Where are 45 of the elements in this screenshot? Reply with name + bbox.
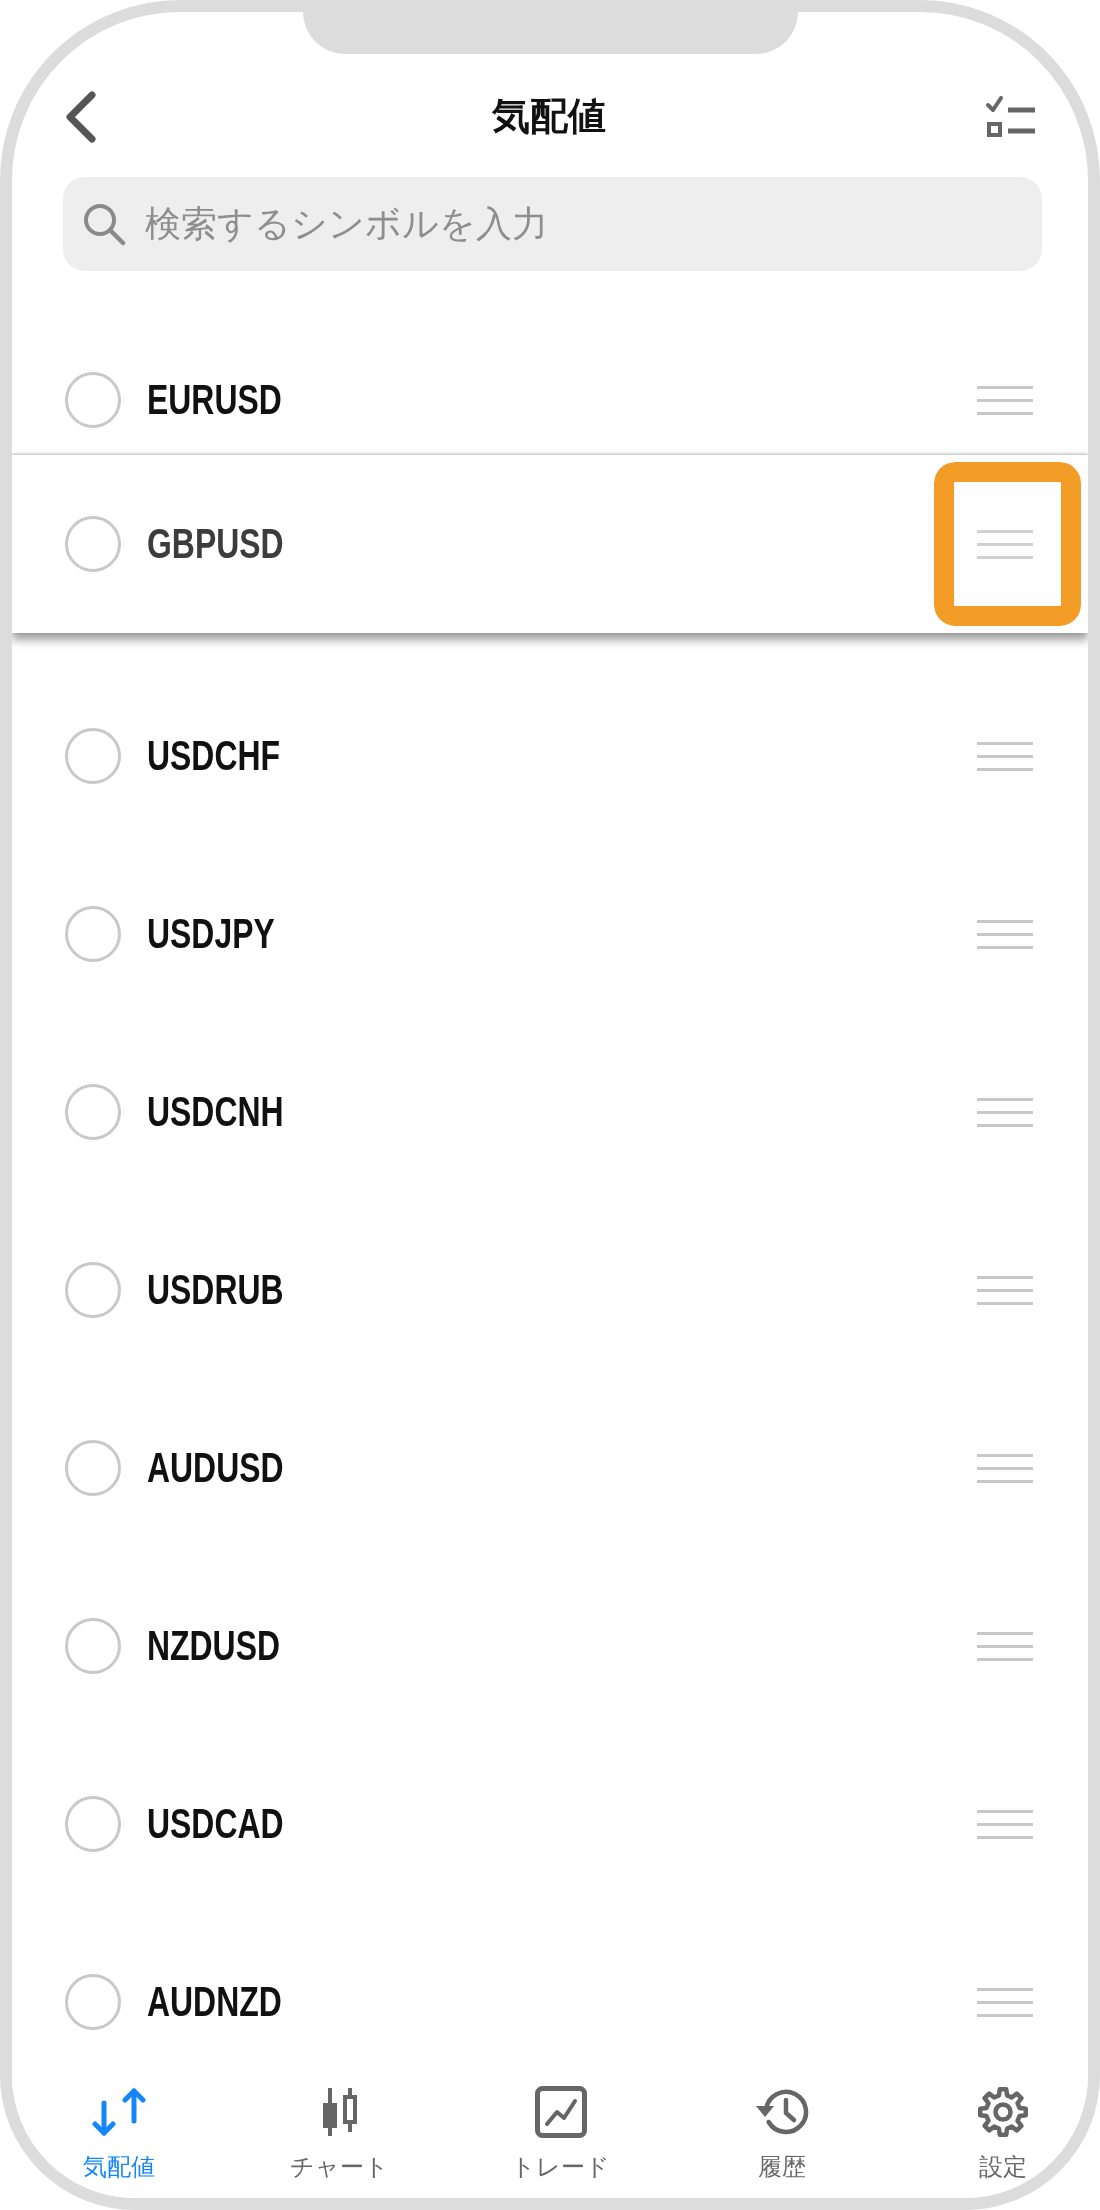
tab[interactable]: 履歴 [752, 2086, 811, 2181]
selection-circle[interactable] [65, 1440, 121, 1496]
symbol-name[interactable]: AUDUSD [147, 1444, 284, 1492]
tab[interactable]: トレード [511, 2086, 610, 2181]
drag-handle-icon[interactable] [977, 919, 1033, 949]
symbol-name[interactable]: GBPUSD [147, 520, 284, 568]
search-field[interactable]: 検索するシンボルを入力 [63, 177, 1042, 271]
search-icon [83, 203, 126, 246]
selection-circle[interactable] [65, 516, 121, 572]
selection-circle[interactable] [65, 372, 121, 428]
selection-circle[interactable] [65, 1618, 121, 1674]
symbol-name[interactable]: USDCNH [147, 1088, 284, 1136]
drag-handle-icon[interactable] [977, 1097, 1033, 1127]
drag-handle-icon[interactable] [977, 385, 1033, 415]
symbol-name[interactable]: NZDUSD [147, 1622, 280, 1670]
dragged-row[interactable]: GBPUSD [12, 455, 1088, 633]
selection-circle[interactable] [65, 1262, 121, 1318]
drag-handle-icon[interactable] [977, 1631, 1033, 1661]
tab[interactable]: チャート [290, 2086, 389, 2181]
drag-handle-icon[interactable] [977, 1453, 1033, 1483]
selection-circle[interactable] [65, 1974, 121, 2030]
checklist-icon[interactable] [986, 95, 1035, 138]
settings-icon [976, 2086, 1029, 2138]
screen-title: 気配値 [492, 93, 606, 139]
symbol-name[interactable]: USDJPY [147, 910, 275, 958]
drag-handle-icon[interactable] [977, 1809, 1033, 1839]
line-chart-icon [534, 2086, 587, 2138]
candlestick-icon [320, 2088, 359, 2136]
selection-circle[interactable] [65, 906, 121, 962]
tab[interactable]: 設定 [976, 2086, 1029, 2181]
arrows-icon [91, 2088, 146, 2136]
drag-handle-icon[interactable] [977, 1275, 1033, 1305]
drag-handle-icon[interactable] [977, 1987, 1033, 2017]
symbol-name[interactable]: USDCHF [147, 732, 280, 780]
selection-circle[interactable] [65, 1796, 121, 1852]
drag-handle-icon[interactable] [977, 741, 1033, 771]
drag-handle-icon[interactable] [977, 529, 1033, 559]
selection-circle[interactable] [65, 728, 121, 784]
symbol-name[interactable]: USDRUB [147, 1266, 284, 1314]
symbol-name[interactable]: AUDNZD [147, 1978, 282, 2026]
tab[interactable]: 気配値 [82, 2086, 155, 2181]
selection-circle[interactable] [65, 1084, 121, 1140]
symbol-name[interactable]: USDCAD [147, 1800, 284, 1848]
symbol-name[interactable]: EURUSD [147, 376, 282, 424]
back-icon[interactable] [63, 89, 97, 144]
